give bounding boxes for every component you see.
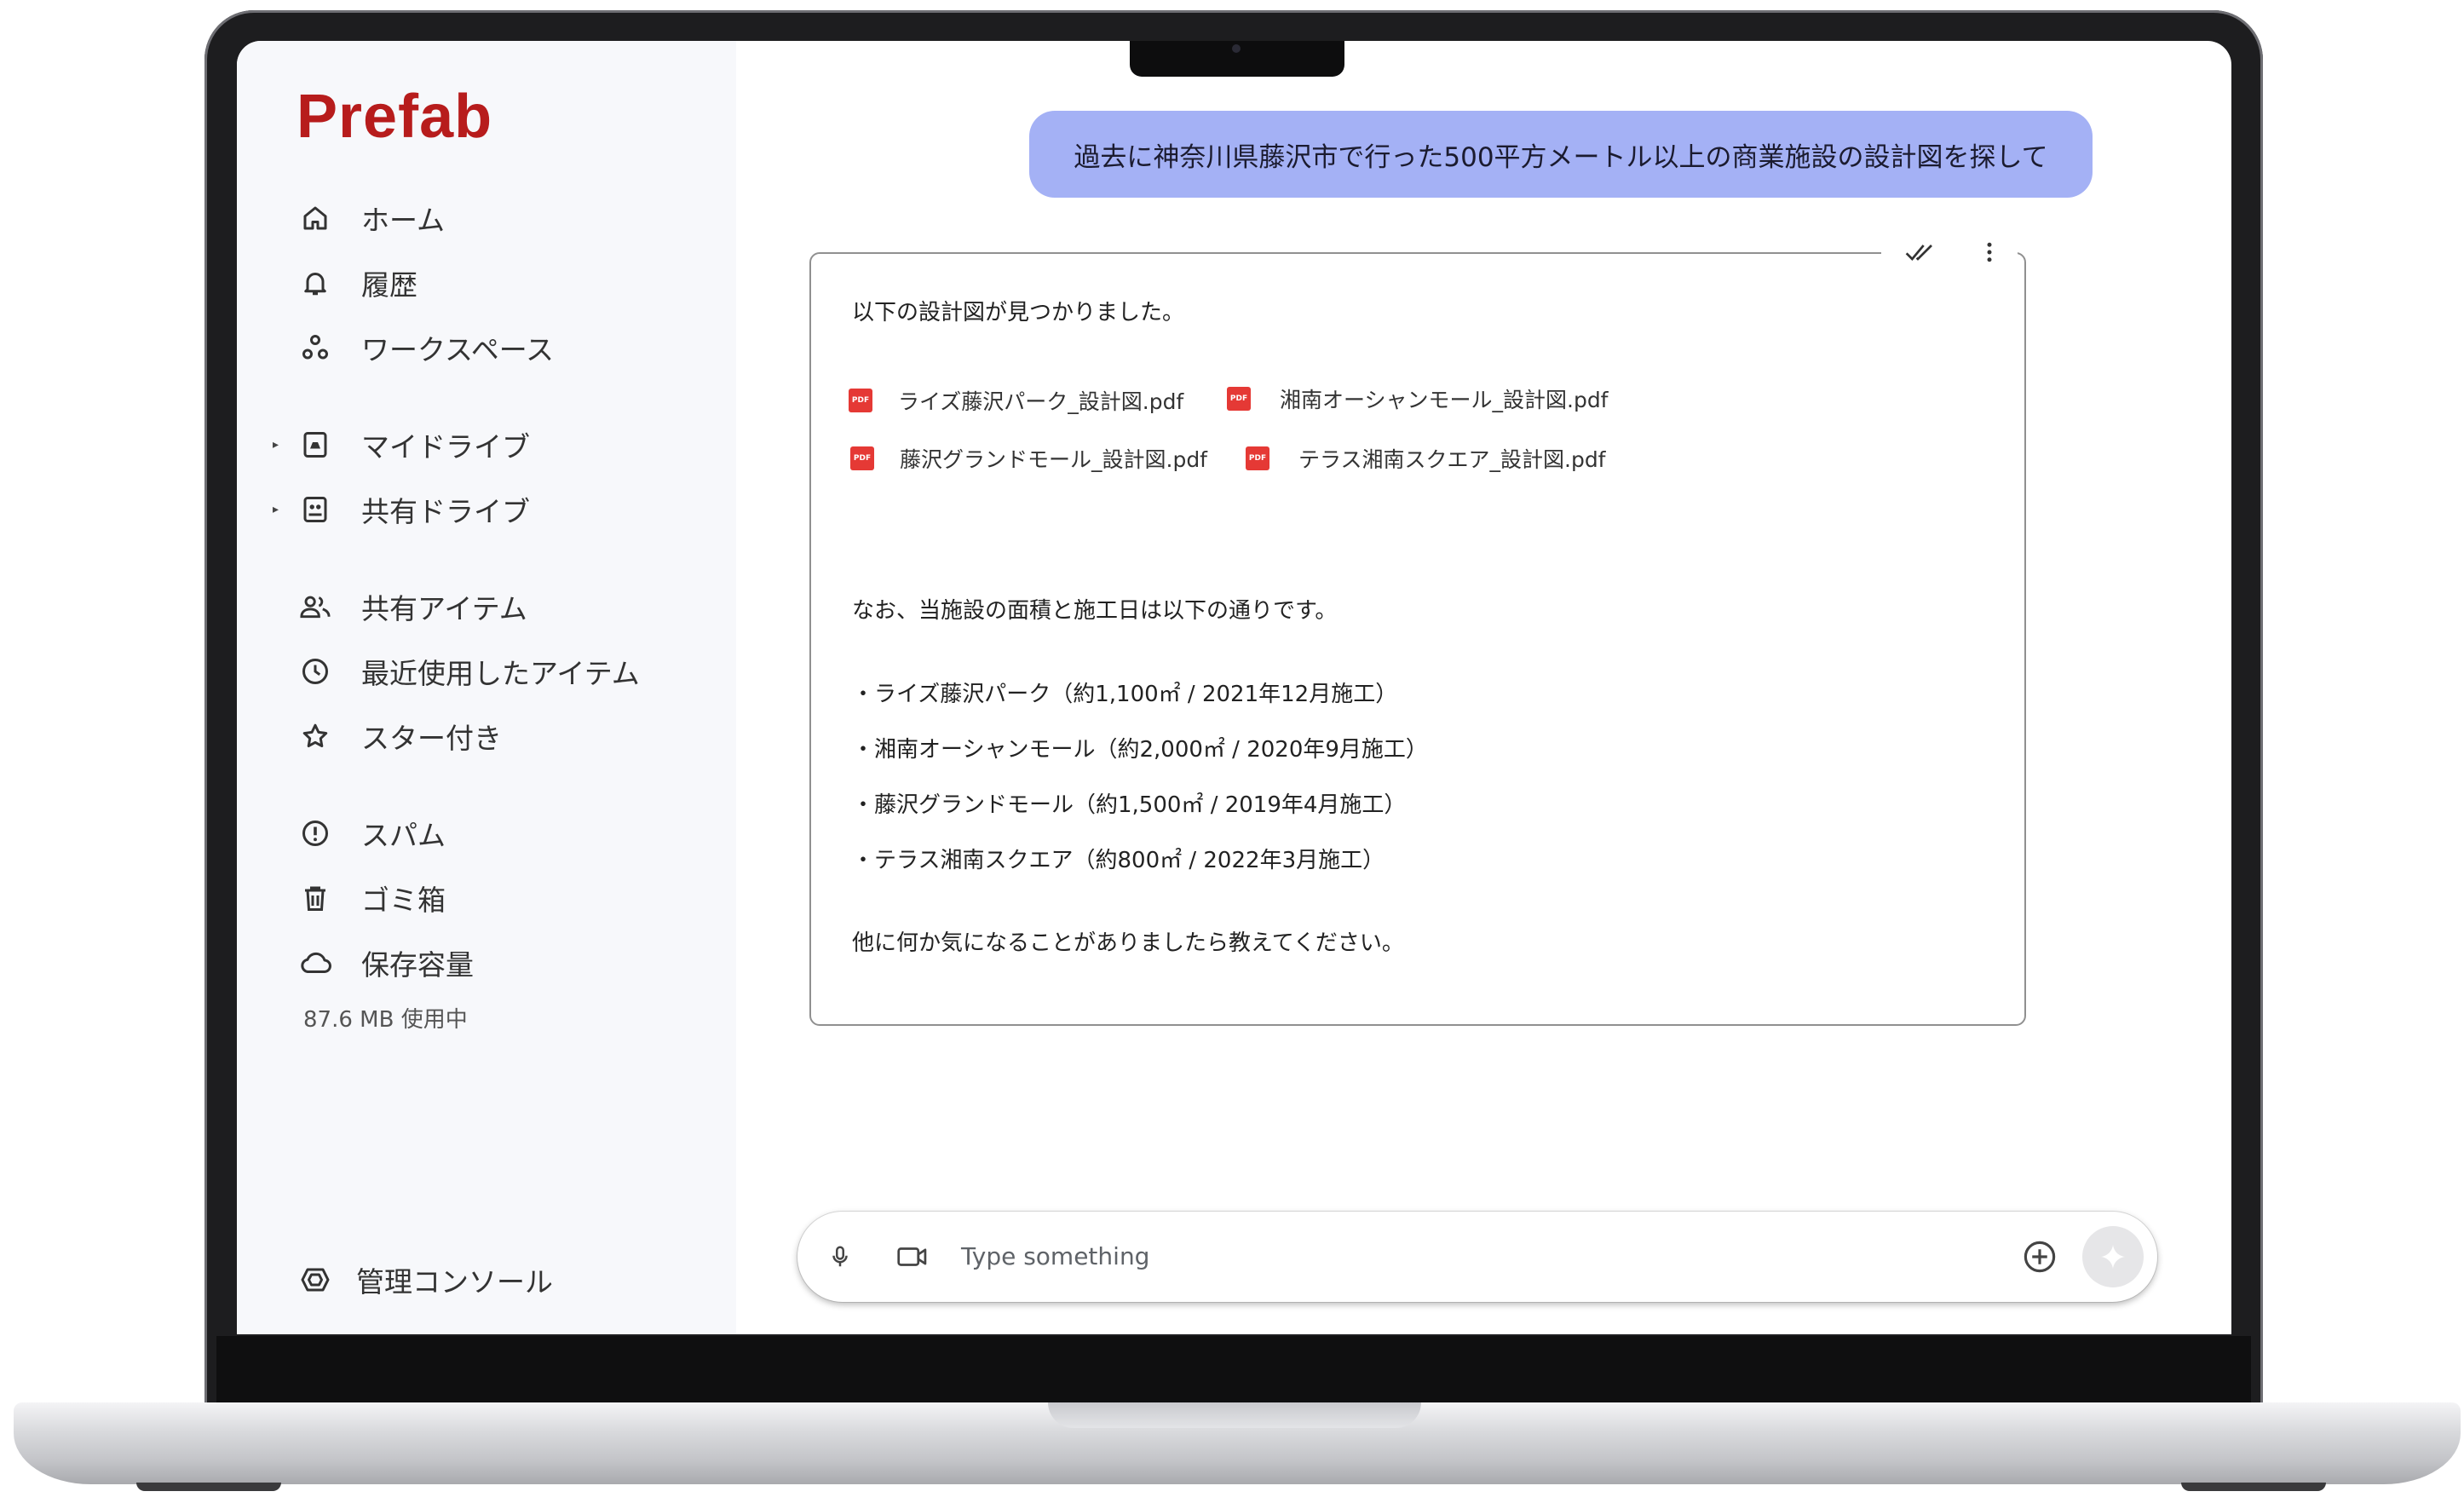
file-link[interactable]: PDF テラス湘南スクエア_設計図.pdf xyxy=(1246,443,1606,474)
pdf-icon: PDF xyxy=(1246,446,1269,470)
expand-arrow-icon[interactable]: ▸ xyxy=(271,503,296,516)
bell-icon xyxy=(296,264,334,302)
screen-bezel-bottom xyxy=(216,1336,2251,1408)
sidebar-item-trash[interactable]: ゴミ箱 xyxy=(271,872,446,924)
sidebar-item-spam[interactable]: スパム xyxy=(271,808,446,859)
home-icon xyxy=(296,199,334,237)
sidebar-item-label: 共有ドライブ xyxy=(361,495,530,528)
sidebar-item-label: マイドライブ xyxy=(361,430,530,464)
admin-console-label: 管理コンソール xyxy=(356,1265,553,1299)
pdf-icon: PDF xyxy=(1227,387,1251,411)
response-closing: 他に何か気になることがありましたら教えてください。 xyxy=(852,930,1404,956)
pdf-icon: PDF xyxy=(850,446,874,470)
trash-icon xyxy=(296,879,334,917)
add-circle-icon[interactable] xyxy=(2019,1236,2060,1277)
laptop-opening-notch xyxy=(1048,1402,1421,1428)
people-icon xyxy=(296,588,334,625)
sidebar-item-label: ホーム xyxy=(361,204,446,237)
sidebar-item-label: 共有アイテム xyxy=(361,592,527,625)
sidebar-item-history[interactable]: 履歴 xyxy=(271,257,417,308)
shared-drive-icon xyxy=(296,491,334,528)
sparkle-icon xyxy=(2100,1244,2126,1270)
screen: Prefab ホーム 履歴 ワークスペース ▸ マイドライブ ▸ 共有ドライブ … xyxy=(237,41,2231,1334)
sidebar-item-label: ゴミ箱 xyxy=(361,884,446,917)
file-link[interactable]: PDF 湘南オーシャンモール_設計図.pdf xyxy=(1227,383,1609,414)
expand-arrow-icon[interactable]: ▸ xyxy=(271,438,296,452)
sidebar-item-shared-drive[interactable]: ▸ 共有ドライブ xyxy=(271,484,530,535)
sidebar-item-admin-console[interactable]: 管理コンソール xyxy=(271,1254,553,1305)
response-note: なお、当施設の面積と施工日は以下の通りです。 xyxy=(852,598,1338,624)
sidebar-item-label: 保存容量 xyxy=(361,948,474,982)
laptop-foot xyxy=(136,1483,281,1491)
file-name: 湘南オーシャンモール_設計図.pdf xyxy=(1280,388,1609,412)
cloud-icon xyxy=(296,944,334,982)
double-check-icon[interactable] xyxy=(1904,240,1938,268)
file-name: 藤沢グランドモール_設計図.pdf xyxy=(900,447,1207,472)
file-link[interactable]: PDF ライズ藤沢パーク_設計図.pdf xyxy=(849,385,1183,416)
sidebar-item-home[interactable]: ホーム xyxy=(271,193,445,244)
sidebar-item-label: 履歴 xyxy=(361,268,417,302)
response-toolbar xyxy=(1881,239,2018,269)
sidebar: Prefab ホーム 履歴 ワークスペース ▸ マイドライブ ▸ 共有ドライブ … xyxy=(237,41,736,1334)
storage-usage: 87.6 MB 使用中 xyxy=(303,1007,468,1033)
file-name: テラス湘南スクエア_設計図.pdf xyxy=(1298,447,1606,472)
detail-line: ・ライズ藤沢パーク（約1,100㎡ / 2021年12月施工） xyxy=(852,682,1398,707)
sidebar-item-label: スパム xyxy=(361,819,446,852)
my-drive-icon xyxy=(296,426,334,464)
sidebar-item-recent[interactable]: 最近使用したアイテム xyxy=(271,646,640,697)
user-message: 過去に神奈川県藤沢市で行った500平方メートル以上の商業施設の設計図を探して xyxy=(1029,111,2093,198)
detail-line: ・テラス湘南スクエア（約800㎡ / 2022年3月施工） xyxy=(852,848,1385,873)
alert-icon xyxy=(296,815,334,852)
detail-line: ・藤沢グランドモール（約1,500㎡ / 2019年4月施工） xyxy=(852,792,1407,818)
response-card xyxy=(809,252,2026,1026)
pdf-icon: PDF xyxy=(849,389,872,412)
chat-input-bar: Type something xyxy=(797,1212,2157,1302)
video-camera-icon[interactable] xyxy=(891,1238,934,1276)
sidebar-item-label: スター付き xyxy=(361,722,502,755)
sidebar-item-starred[interactable]: スター付き xyxy=(271,711,502,762)
clock-icon xyxy=(296,653,334,690)
sidebar-item-storage[interactable]: 保存容量 xyxy=(271,937,474,988)
mic-icon[interactable] xyxy=(821,1238,859,1276)
webcam xyxy=(1232,44,1241,53)
file-name: ライズ藤沢パーク_設計図.pdf xyxy=(898,389,1184,414)
sidebar-item-label: ワークスペース xyxy=(361,333,555,366)
sidebar-item-my-drive[interactable]: ▸ マイドライブ xyxy=(271,419,530,470)
sidebar-item-workspace[interactable]: ワークスペース xyxy=(271,322,554,373)
star-icon xyxy=(296,717,334,755)
sidebar-item-label: 最近使用したアイテム xyxy=(361,657,640,690)
response-intro: 以下の設計図が見つかりました。 xyxy=(852,300,1185,325)
send-sparkle-button[interactable] xyxy=(2082,1226,2144,1287)
workspace-icon xyxy=(296,329,334,366)
sidebar-item-shared-items[interactable]: 共有アイテム xyxy=(271,581,527,632)
admin-shield-icon xyxy=(296,1261,334,1299)
detail-line: ・湘南オーシャンモール（約2,000㎡ / 2020年9月施工） xyxy=(852,737,1428,763)
more-vert-icon[interactable] xyxy=(1984,239,1995,268)
laptop-foot xyxy=(2181,1483,2326,1491)
app-logo: Prefab xyxy=(296,83,493,151)
message-input[interactable]: Type something xyxy=(961,1212,1149,1302)
file-link[interactable]: PDF 藤沢グランドモール_設計図.pdf xyxy=(850,443,1207,474)
